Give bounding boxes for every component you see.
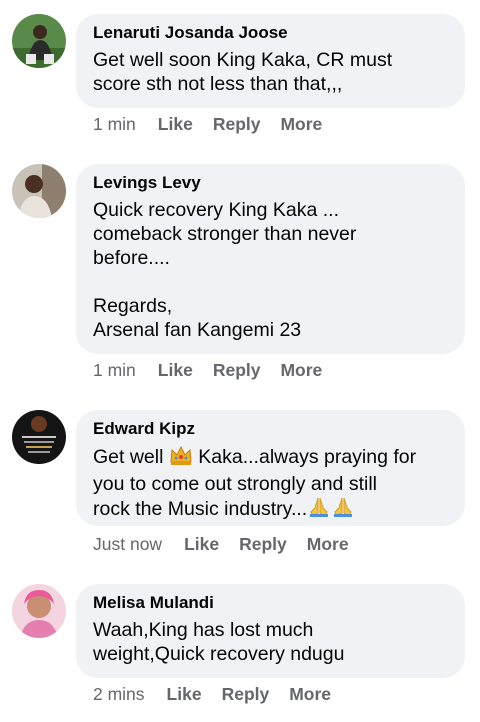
comment-author[interactable]: Levings Levy	[93, 172, 447, 194]
reply-button[interactable]: Reply	[213, 112, 261, 136]
more-button[interactable]: More	[289, 682, 331, 706]
comment-timestamp[interactable]: 2 mins	[93, 682, 145, 706]
comment-actions: 1 min Like Reply More	[93, 358, 342, 382]
comment-timestamp[interactable]: 1 min	[93, 112, 136, 136]
avatar[interactable]	[12, 164, 66, 218]
avatar[interactable]	[12, 14, 66, 68]
comment-actions: Just now Like Reply More	[93, 532, 369, 556]
comment-item: Edward Kipz Get well Kaka...always prayi…	[0, 410, 480, 566]
comment-text-segment: rock the Music industry...	[93, 498, 308, 520]
comment-text: Get well Kaka...always praying for you to…	[93, 444, 447, 524]
comment-text: Get well soon King Kaka, CR must score s…	[93, 49, 393, 95]
comment-text-segment: Kaka...always praying for	[192, 446, 417, 468]
avatar[interactable]	[12, 410, 66, 464]
reply-button[interactable]: Reply	[213, 358, 261, 382]
like-button[interactable]: Like	[184, 532, 219, 556]
comment-bubble: Melisa Mulandi Waah,King has lost much w…	[76, 584, 465, 678]
more-button[interactable]: More	[280, 358, 322, 382]
praying-hands-icon	[307, 496, 331, 524]
more-button[interactable]: More	[280, 112, 322, 136]
comment-bubble: Edward Kipz Get well Kaka...always prayi…	[76, 410, 465, 526]
comment-item: Lenaruti Josanda Joose Get well soon Kin…	[0, 14, 480, 144]
comment-item: Melisa Mulandi Waah,King has lost much w…	[0, 584, 480, 720]
comment-author[interactable]: Melisa Mulandi	[93, 592, 447, 614]
like-button[interactable]: Like	[167, 682, 202, 706]
praying-hands-icon	[331, 496, 355, 524]
reply-button[interactable]: Reply	[222, 682, 270, 706]
comment-bubble: Lenaruti Josanda Joose Get well soon Kin…	[76, 14, 465, 108]
comment-timestamp[interactable]: Just now	[93, 532, 162, 556]
comment-author[interactable]: Lenaruti Josanda Joose	[93, 22, 447, 44]
comment-text: Quick recovery King Kaka ... comeback st…	[93, 199, 357, 341]
more-button[interactable]: More	[307, 532, 349, 556]
like-button[interactable]: Like	[158, 112, 193, 136]
like-button[interactable]: Like	[158, 358, 193, 382]
comment-author[interactable]: Edward Kipz	[93, 418, 447, 440]
comment-actions: 2 mins Like Reply More	[93, 682, 351, 706]
comment-actions: 1 min Like Reply More	[93, 112, 342, 136]
reply-button[interactable]: Reply	[239, 532, 287, 556]
comment-text-segment: you to come out strongly and still	[93, 473, 377, 495]
comment-timestamp[interactable]: 1 min	[93, 358, 136, 382]
comment-item: Levings Levy Quick recovery King Kaka ..…	[0, 164, 480, 390]
avatar[interactable]	[12, 584, 66, 638]
comment-text: Waah,King has lost much weight,Quick rec…	[93, 619, 345, 665]
crown-emoji-icon	[169, 444, 193, 472]
comment-bubble: Levings Levy Quick recovery King Kaka ..…	[76, 164, 465, 354]
comment-text-segment: Get well	[93, 446, 169, 468]
